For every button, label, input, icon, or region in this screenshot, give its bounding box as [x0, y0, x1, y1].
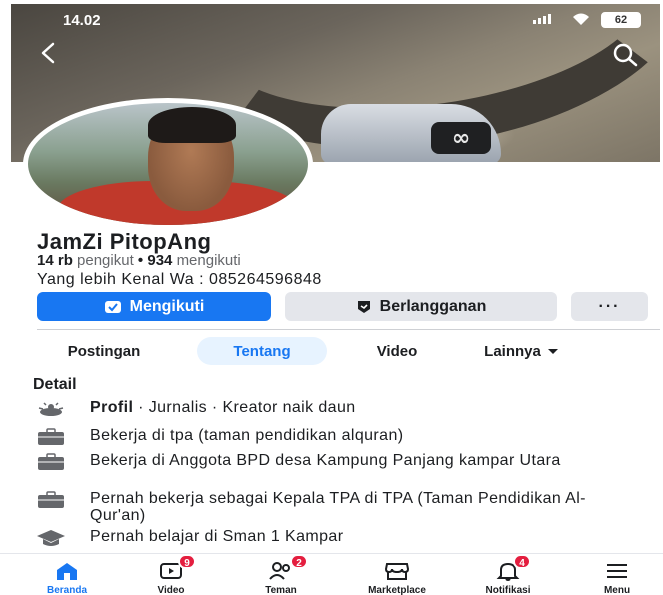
followers-label[interactable]: pengikut	[77, 252, 134, 269]
battery-icon: 62	[601, 12, 641, 28]
avatar-hair-decor	[148, 107, 236, 143]
detail-text: Pernah bekerja sebagai Kepala TPA di TPA…	[90, 490, 586, 524]
detail-row-work: Bekerja di Anggota BPD desa Kampung Panj…	[36, 452, 590, 472]
following-button-label: Mengikuti	[129, 297, 205, 315]
detail-text: Pernah belajar di Sman 1 Kampar	[90, 528, 344, 545]
hamburger-icon	[572, 560, 662, 582]
following-count[interactable]: 934	[147, 252, 172, 269]
subscribe-shield-icon	[357, 300, 370, 313]
nav-beranda[interactable]: Beranda	[22, 560, 112, 595]
marketplace-icon	[352, 560, 442, 582]
nav-teman[interactable]: 2 Teman	[236, 554, 326, 595]
more-options-label: ···	[598, 297, 621, 315]
profile-bio: Yang lebih Kenal Wa : 085264596848	[37, 271, 322, 288]
subscribe-button[interactable]: Berlangganan	[285, 292, 557, 321]
subscribe-button-label: Berlangganan	[379, 297, 487, 315]
stats-separator: •	[137, 252, 144, 269]
following-button[interactable]: Mengikuti	[37, 292, 271, 321]
chevron-left-icon	[41, 42, 55, 64]
video-icon: 9	[126, 554, 216, 582]
nav-badge: 2	[290, 554, 308, 569]
detail-text: Profil · Jurnalis · Kreator naik daun	[90, 399, 356, 416]
detail-text: Bekerja di Anggota BPD desa Kampung Panj…	[90, 452, 561, 469]
following-label[interactable]: mengikuti	[177, 252, 241, 269]
nav-marketplace[interactable]: Marketplace	[352, 560, 442, 595]
profile-avatar[interactable]	[23, 98, 313, 230]
friends-icon: 2	[236, 554, 326, 582]
signal-icon	[533, 14, 551, 24]
tab-tentang[interactable]: Tentang	[197, 337, 327, 365]
tab-postingan[interactable]: Postingan	[39, 337, 169, 365]
cover-shoe-logo: ∞	[431, 122, 491, 154]
bottom-navbar: Beranda 9 Video 2 Teman Marketplace 4 No…	[0, 553, 663, 595]
status-time: 14.02	[63, 12, 101, 29]
nav-label: Teman	[265, 585, 297, 595]
search-icon	[613, 43, 638, 67]
tab-video[interactable]: Video	[357, 337, 437, 365]
following-check-icon	[104, 300, 121, 313]
section-divider	[37, 329, 660, 330]
search-button[interactable]	[610, 42, 644, 72]
info-icon	[36, 399, 70, 419]
briefcase-icon	[36, 452, 70, 472]
tab-lainnya[interactable]: Lainnya	[467, 337, 577, 365]
more-options-button[interactable]: ···	[571, 292, 648, 321]
home-icon	[22, 560, 112, 582]
details-title: Detail	[33, 376, 77, 393]
briefcase-icon	[36, 490, 70, 510]
followers-count[interactable]: 14 rb	[37, 252, 73, 269]
nav-label: Video	[157, 585, 185, 595]
graduation-cap-icon	[36, 528, 70, 548]
nav-badge: 9	[178, 554, 196, 569]
nav-menu[interactable]: Menu	[572, 560, 662, 595]
profile-stats: 14 rb pengikut • 934 mengikuti	[37, 252, 241, 269]
status-bar: 14.02 62	[11, 8, 660, 32]
detail-row-profil: Profil · Jurnalis · Kreator naik daun	[36, 399, 356, 419]
nav-badge: 4	[513, 554, 531, 569]
wifi-icon	[571, 12, 591, 30]
nav-label: Menu	[603, 585, 631, 595]
back-button[interactable]	[36, 40, 66, 70]
detail-text: Bekerja di tpa (taman pendidikan alquran…	[90, 427, 404, 444]
detail-row-work: Pernah bekerja sebagai Kepala TPA di TPA…	[36, 490, 620, 524]
bell-icon: 4	[463, 554, 553, 582]
nav-label: Marketplace	[368, 585, 426, 595]
briefcase-icon	[36, 427, 70, 447]
detail-row-education: Pernah belajar di Sman 1 Kampar	[36, 528, 343, 548]
profile-tabs: Postingan Tentang Video Lainnya	[37, 337, 660, 365]
detail-row-work: Bekerja di tpa (taman pendidikan alquran…	[36, 427, 403, 447]
nav-video[interactable]: 9 Video	[126, 554, 216, 595]
nav-label: Notifikasi	[485, 585, 531, 595]
nav-notifikasi[interactable]: 4 Notifikasi	[463, 554, 553, 595]
nav-label: Beranda	[46, 585, 87, 595]
chevron-down-icon	[547, 349, 558, 354]
